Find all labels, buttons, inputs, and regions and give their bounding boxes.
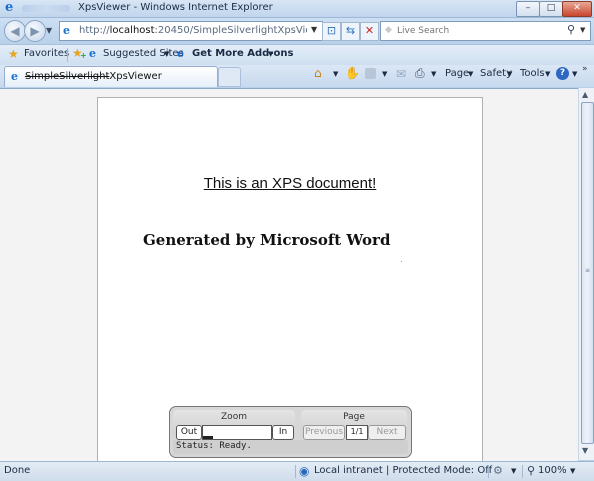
viewer-status-text: Status: Ready. [176,441,252,451]
scroll-grip-icon: ≡ [585,267,591,274]
page-title: Page [343,412,365,422]
zoom-slider[interactable] [202,425,272,440]
zoom-out-button[interactable]: Out [176,425,202,440]
back-button[interactable]: ◀ [4,20,26,42]
zoom-in-button[interactable]: In [272,425,294,440]
minimize-button[interactable]: – [516,1,540,17]
scroll-thumb[interactable]: ≡ [581,102,594,444]
help-dropdown-icon[interactable]: ▼ [572,70,577,78]
page-menu[interactable]: Page [445,68,469,79]
zoom-icon[interactable]: ⚲ [527,464,535,477]
security-dropdown-icon[interactable]: ▼ [511,467,516,475]
search-provider-icon: ◆ [385,25,392,35]
zoom-title: Zoom [221,412,247,422]
feeds-dropdown-icon[interactable]: ▼ [382,70,387,78]
page-dropdown-icon[interactable]: ▼ [468,70,473,78]
zoom-group: Zoom Out In [173,410,295,440]
window-title: XpsViewer - Windows Internet Explorer [78,2,273,13]
vertical-scrollbar[interactable]: ▲ ≡ ▼ [578,88,594,460]
home-dropdown-icon[interactable]: ▼ [333,70,338,78]
zoom-dropdown-icon[interactable]: ▼ [570,467,575,475]
favorites-bar: ★ Favorites ★ + e Suggested Sites ▼ e Ge… [0,44,594,65]
tools-menu[interactable]: Tools [520,68,545,79]
mail-icon[interactable]: ✉ [396,67,406,81]
tab-xpsviewer[interactable]: e SimpleSilverlightXpsViewer [4,66,218,87]
home-icon[interactable]: ⌂ [314,66,322,80]
maximize-button[interactable]: □ [539,1,563,17]
recent-pages-dropdown-icon[interactable]: ▼ [46,26,52,35]
stop-icon[interactable]: ✕ [360,22,379,41]
previous-page-button[interactable]: Previous [303,425,345,440]
page-content: This is an XPS document! Generated by Mi… [0,88,578,462]
more-commands-chevron-icon[interactable]: » [582,64,588,74]
viewer-status-bar: Status: Ready. [173,440,408,454]
intranet-zone-icon: ◉ [299,464,310,478]
addons-dropdown-icon[interactable]: ▼ [268,50,273,58]
page-indicator: 1/1 [346,425,368,440]
document-mark [401,261,402,262]
status-text: Done [4,465,31,476]
search-input[interactable] [397,23,557,38]
page-icon: e [63,24,70,37]
navigation-bar: ◀ ▶ ▼ e http://localhost:20450/SimpleSil… [0,18,594,43]
addons-icon: e [177,47,184,60]
next-page-button[interactable]: Next [368,425,406,440]
suggested-sites-icon: e [89,47,96,60]
document-subheading: Generated by Microsoft Word [143,231,391,249]
divider [295,465,296,478]
ie-logo-icon: e [5,0,14,15]
tab-command-row: e SimpleSilverlightXpsViewer ⌂ ▼ ✋ ▼ ✉ ⎙… [0,64,594,87]
address-bar[interactable]: e http://localhost:20450/SimpleSilverlig… [59,21,323,41]
refresh-icon[interactable]: ⇆ [341,22,360,41]
print-icon[interactable]: ⎙ [415,66,425,81]
print-dropdown-icon[interactable]: ▼ [431,70,436,78]
browser-status-bar: Done ◉ Local intranet | Protected Mode: … [0,461,594,481]
document-heading: This is an XPS document! [203,175,377,192]
hand-icon[interactable]: ✋ [345,66,360,80]
forward-button[interactable]: ▶ [24,20,46,42]
zoom-slider-fill [203,436,214,439]
compatibility-view-icon[interactable]: ⊡ [322,22,341,41]
address-url[interactable]: http://localhost:20450/SimpleSilverlight… [79,25,307,36]
scroll-up-icon[interactable]: ▲ [582,90,588,99]
tools-dropdown-icon[interactable]: ▼ [545,70,550,78]
favorites-button[interactable]: Favorites [24,48,69,59]
divider [67,48,68,62]
search-options-dropdown-icon[interactable]: ▼ [580,26,585,34]
add-plus-icon: + [80,51,87,60]
feeds-icon[interactable] [365,68,376,79]
search-icon[interactable]: ⚲ [567,23,575,36]
viewer-control-panel: Zoom Out In Page Previous 1/1 Next Statu… [169,406,412,458]
help-icon[interactable]: ? [556,67,569,80]
zoom-level[interactable]: 100% [538,465,567,476]
favorites-star-icon: ★ [8,47,19,61]
tab-page-icon: e [11,70,18,83]
security-zone-text[interactable]: Local intranet | Protected Mode: Off [314,465,492,476]
redacted-title-text [22,5,70,12]
tab-label: SimpleSilverlightXpsViewer [25,71,162,82]
suggested-sites-button[interactable]: Suggested Sites [103,48,184,59]
title-bar: e XpsViewer - Windows Internet Explorer … [0,0,594,18]
scroll-down-icon[interactable]: ▼ [582,446,588,455]
search-box[interactable]: ◆ ⚲ ▼ [380,21,591,41]
address-dropdown-icon[interactable]: ▼ [311,25,317,34]
suggested-sites-dropdown-icon[interactable]: ▼ [164,50,169,58]
divider [488,465,489,478]
safety-dropdown-icon[interactable]: ▼ [507,70,512,78]
new-tab-button[interactable] [218,67,241,87]
get-more-addons-button[interactable]: Get More Add-ons [192,48,293,59]
close-button[interactable]: ✕ [562,1,592,17]
page-group: Page Previous 1/1 Next [301,410,407,440]
divider [522,465,523,478]
security-status-icon[interactable]: ⚙ [493,464,503,477]
